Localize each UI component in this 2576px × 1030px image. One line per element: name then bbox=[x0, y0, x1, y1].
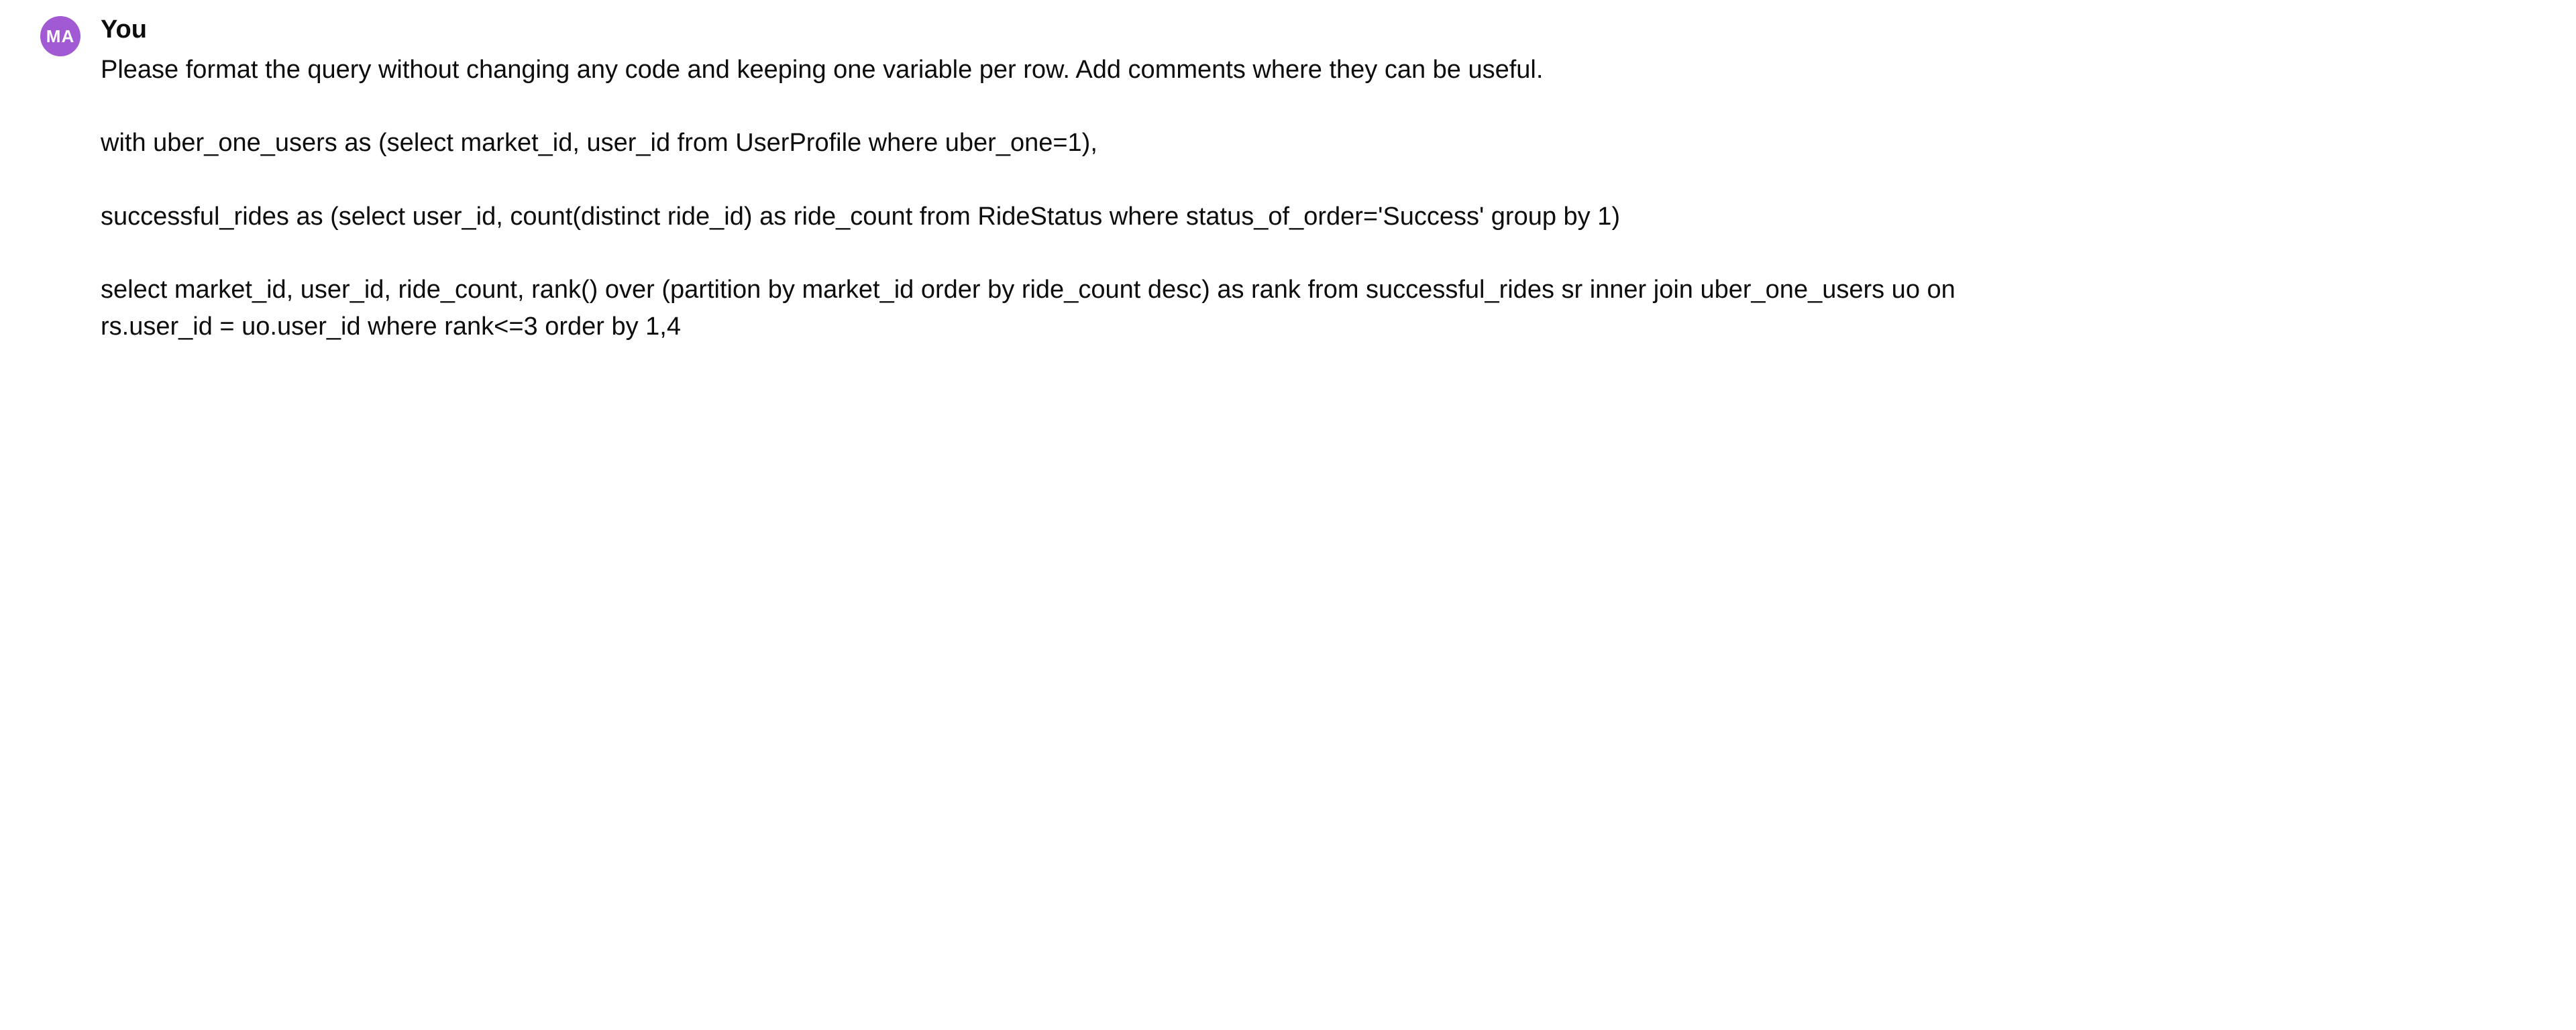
message-paragraph: successful_rides as (select user_id, cou… bbox=[101, 198, 1992, 235]
message-paragraph: Please format the query without changing… bbox=[101, 52, 1992, 89]
chat-message: MA You Please format the query without c… bbox=[40, 13, 2053, 345]
sender-label: You bbox=[101, 13, 1992, 46]
message-paragraph: with uber_one_users as (select market_id… bbox=[101, 125, 1992, 162]
message-body: Please format the query without changing… bbox=[101, 52, 1992, 345]
avatar: MA bbox=[40, 16, 80, 56]
message-content: You Please format the query without chan… bbox=[101, 13, 1992, 345]
message-paragraph: select market_id, user_id, ride_count, r… bbox=[101, 272, 1992, 345]
avatar-initials: MA bbox=[46, 26, 74, 47]
